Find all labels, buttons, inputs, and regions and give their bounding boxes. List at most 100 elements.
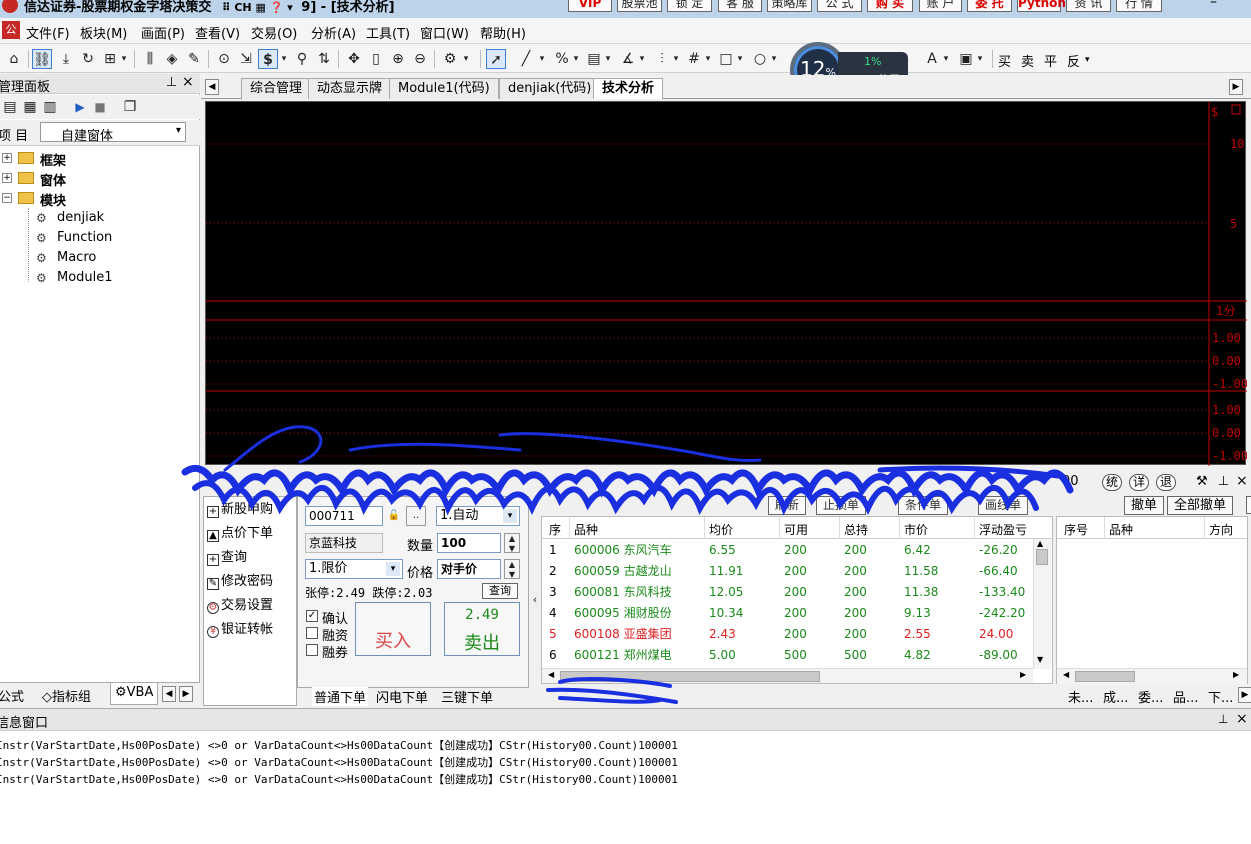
tree-folder-1[interactable]: + 窗体 [2,170,192,189]
position-row[interactable]: 1 600006 东风汽车 6.55 200 200 6.42 -26.20 [542,540,1032,561]
tools-icon[interactable]: ⚒ [1196,474,1208,489]
price-stepper[interactable]: ▲ ▼ [504,559,520,579]
font-color-dropdown-icon[interactable]: ▾ [940,49,952,69]
menu-item-0[interactable]: 文件(F) [26,23,70,42]
pin-icon[interactable]: ⊥ [1218,712,1228,726]
h-scroll-thumb[interactable] [560,671,820,682]
menu-item-8[interactable]: 帮助(H) [480,23,526,42]
top-button-5[interactable]: 公 式 [817,0,862,12]
top-button-4[interactable]: 策略库 [767,0,812,12]
collapse-left-icon[interactable]: ‹ [530,590,540,610]
vertical-scrollbar[interactable]: ▲ ▼ [1033,539,1051,669]
close-icon[interactable]: × [1236,473,1248,489]
trade-shortcut-1[interactable]: 卖 [1021,51,1034,70]
percent-dropdown-icon[interactable]: ▾ [570,49,582,69]
edit-icon[interactable]: ✎ [184,49,204,69]
menu-item-3[interactable]: 查看(V) [195,23,240,42]
technical-analysis-chart[interactable]: 10 5 1分 1.00 0.00 -1.00 1.00 0.00 -1.00 $ [205,101,1247,466]
top-button-1[interactable]: 股票池 [617,0,662,12]
document-tab-3[interactable]: denjiak(代码) [499,78,601,99]
toolbar-button-1[interactable]: 止损单 [816,496,867,515]
candlestick-icon[interactable]: ⫼ [140,49,160,69]
h-scroll-thumb[interactable] [1075,671,1135,682]
scroll-left-icon[interactable]: ◀ [548,670,554,679]
close-icon[interactable]: × [1236,711,1248,727]
stock-code-input[interactable]: 000711 [305,506,383,526]
orders-tab-1[interactable]: 成... [1103,687,1128,706]
orders-header-cell-0[interactable]: 序号 [1064,521,1088,538]
trade-shortcut-0[interactable]: 买 [998,51,1011,70]
position-row[interactable]: 5 600108 亚盛集团 2.43 200 200 2.55 24.00 [542,624,1032,645]
grid-icon[interactable]: ⊞ [100,49,120,69]
cancel-order-button[interactable]: 撤单 [1124,496,1165,515]
channel-dropdown-icon[interactable]: ▾ [602,49,614,69]
export-icon[interactable]: ⇲ [236,49,256,69]
orders-h-scrollbar[interactable]: ◀ ▶ [1057,668,1247,684]
positions-header-cell-0[interactable]: 序 [549,521,561,538]
left-tab-0[interactable]: 公式 [0,686,24,705]
project-select[interactable]: 自建窗体 ▾ [40,122,186,144]
tree-folder-0[interactable]: + 框架 [2,150,192,169]
orders-tab-4[interactable]: 下... [1208,687,1233,706]
left-tab-2[interactable]: ⚙VBA [110,683,159,705]
filter-icon[interactable]: ⚲ [292,49,312,69]
close-icon[interactable]: × [182,74,194,90]
trade-shortcut-3[interactable]: 反 [1067,51,1080,70]
scroll-up-icon[interactable]: ▲ [1037,539,1043,548]
top-button-6[interactable]: 购 买 [867,0,913,12]
angle-tool-icon[interactable]: ∡ [618,49,638,69]
menu-item-1[interactable]: 板块(M) [80,23,127,42]
diamond-icon[interactable]: ◈ [162,49,182,69]
dollar-icon[interactable]: $ [258,49,278,69]
detail-icon[interactable]: ▦ [20,97,40,117]
toolbar-dropdown-icon[interactable]: ▾ [1085,55,1090,65]
query-button[interactable]: 查询 [482,583,518,599]
scroll-right-icon[interactable]: ▶ [1233,670,1239,679]
trade-shortcut-2[interactable]: 平 [1044,51,1057,70]
list-icon[interactable]: ▤ [0,97,20,117]
trade-nav-item-0[interactable]: + 新股申购 [207,498,273,518]
settings-dropdown-icon[interactable]: ▾ [460,49,472,69]
document-tab-1[interactable]: 动态显示牌 [308,78,392,99]
download-icon[interactable]: ⤓ [56,49,76,69]
copy-icon[interactable]: ❐ [120,97,140,117]
fib-dropdown-icon[interactable]: ▾ [670,49,682,69]
grid-dropdown-icon[interactable]: ▾ [118,49,130,69]
font-color-icon[interactable]: A [922,49,942,69]
scroll-thumb[interactable] [1036,549,1048,565]
tab-prev-icon[interactable]: ◀ [205,79,219,95]
option-checkbox-1[interactable] [306,627,318,639]
stop-icon[interactable]: ■ [90,97,110,117]
left-tab-1[interactable]: ◇指标组 [42,686,91,705]
cancel-all-button[interactable]: 全部撤单 [1167,496,1234,515]
link-icon[interactable]: ⛓ [32,49,52,69]
orders-tab-2[interactable]: 委... [1138,687,1163,706]
positions-header-cell-5[interactable]: 市价 [904,521,928,538]
menu-item-4[interactable]: 交易(O) [251,23,297,42]
save-icon[interactable]: ▣ [956,49,976,69]
fib-tool-icon[interactable]: ⫶ [652,49,672,69]
orders-tab-0[interactable]: 未... [1068,687,1093,706]
trade-nav-item-4[interactable]: ⚙ 交易设置 [207,594,273,614]
collapse-icon[interactable]: − [2,193,12,203]
dollar-dropdown-icon[interactable]: ▾ [278,49,290,69]
more-buttons-icon[interactable] [1246,496,1251,514]
line-tool-icon[interactable]: ╱ [516,49,536,69]
price-type-select[interactable]: 1.限价 ▾ [305,559,403,579]
tree-folder-2[interactable]: − 模块 [2,190,192,209]
window-icon[interactable]: ▥ [40,97,60,117]
scroll-down-icon[interactable]: ▼ [1037,655,1043,664]
menu-item-7[interactable]: 窗口(W) [420,23,469,42]
menu-item-2[interactable]: 画面(P) [141,23,185,42]
cursor-arrow-icon[interactable]: ➚ [486,49,506,69]
home-icon[interactable]: ⌂ [4,49,24,69]
line-dropdown-icon[interactable]: ▾ [536,49,548,69]
status-button-0[interactable]: 统 [1102,474,1123,491]
trade-nav-item-5[interactable]: ¥ 银证转帐 [207,618,273,638]
positions-header-cell-6[interactable]: 浮动盈亏 [979,521,1027,538]
qty-stepper[interactable]: ▲ ▼ [504,533,520,553]
position-row[interactable]: 4 600095 湘财股份 10.34 200 200 9.13 -242.20 [542,603,1032,624]
positions-header-cell-2[interactable]: 均价 [709,521,733,538]
rectangle-dropdown-icon[interactable]: ▾ [734,49,746,69]
option-checkbox-0[interactable]: ✓ [306,610,318,622]
